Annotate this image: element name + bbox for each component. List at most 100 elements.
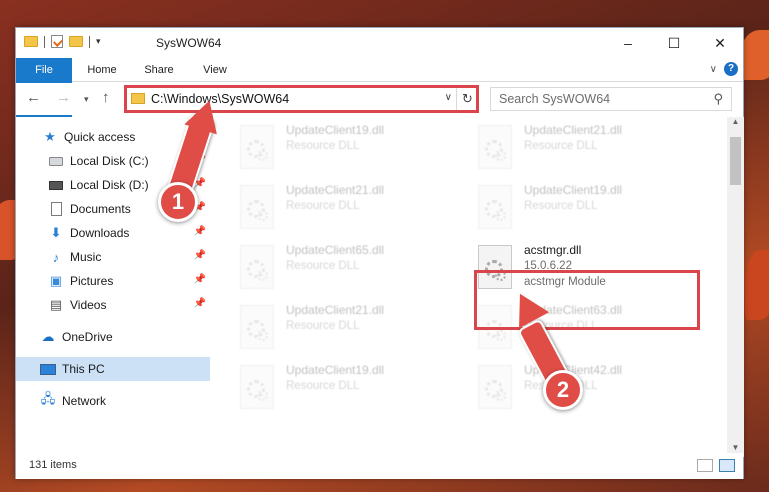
address-row: ← → ▾ ↑ C:\Windows\SysWOW64 ∨ ↻ Search S… [16,83,743,115]
file-name: UpdateClient19.dll [524,183,623,197]
window-title: SysWOW64 [156,36,222,50]
star-icon: ★ [44,129,56,144]
file-description: Resource DLL [286,140,360,152]
pin-icon: 📌 [193,226,206,237]
tab-view[interactable]: View [192,58,238,82]
file-name: UpdateClient21.dll [524,123,623,137]
onedrive-icon: ☁ [41,329,55,344]
details-view-icon[interactable] [697,459,713,472]
file-item[interactable]: UpdateClient19.dll Resource DLL [240,363,460,423]
file-description: Resource DLL [286,320,360,332]
pin-icon: 📌 [193,274,206,285]
vertical-scrollbar[interactable]: ▲ ▼ [727,117,744,457]
file-name: UpdateClient65.dll [286,243,385,257]
customize-toolbar-chevron-icon[interactable]: ▾ [96,36,101,47]
sidebar-item-videos[interactable]: ▤ Videos 📌 [16,293,210,317]
file-name: UpdateClient21.dll [286,183,385,197]
sidebar-item-label: Local Disk (C:) [70,154,149,168]
file-description: Resource DLL [286,380,360,392]
drive-icon [48,177,64,193]
search-icon[interactable]: ⚲ [713,91,723,107]
file-item[interactable]: UpdateClient21.dll Resource DLL [240,183,460,243]
sidebar-item-label: Downloads [70,226,130,240]
dll-file-icon [478,365,512,409]
pictures-icon: ▣ [49,273,63,288]
tiles-view-icon[interactable] [719,459,735,472]
file-item[interactable]: UpdateClient21.dll Resource DLL [478,123,698,183]
sidebar-item-label: Documents [70,202,131,216]
file-item[interactable]: UpdateClient19.dll Resource DLL [240,123,460,183]
toolbar-divider [44,35,45,48]
sidebar-item-music[interactable]: ♪ Music 📌 [16,245,210,269]
sidebar-item-onedrive[interactable]: ☁ OneDrive [16,325,210,349]
videos-icon: ▤ [49,297,63,312]
sidebar-item-label: This PC [62,362,105,376]
tab-share[interactable]: Share [134,58,184,82]
window-controls: – ☐ ✕ [605,28,743,58]
annotation-step-2-badge: 2 [543,370,583,410]
music-icon: ♪ [52,249,60,265]
maximize-button[interactable]: ☐ [651,28,697,58]
scroll-up-arrow-icon[interactable]: ▲ [727,117,744,131]
up-arrow-icon[interactable]: ↑ [102,89,110,106]
sidebar-item-network[interactable]: 🖧 Network [16,389,210,413]
quick-access-toolbar: ▾ [24,35,101,48]
ribbon-tabs: File Home Share View ∨ ? [16,58,743,118]
annotation-step-1-badge: 1 [158,182,198,222]
file-name: UpdateClient21.dll [286,303,385,317]
sidebar-item-label: Network [62,394,107,408]
sidebar-item-downloads[interactable]: ⬇ Downloads 📌 [16,221,210,245]
explorer-window: ▾ SysWOW64 – ☐ ✕ File Home Share View ∨ … [15,27,744,479]
sidebar-item-label: Videos [70,298,107,312]
file-item[interactable]: UpdateClient21.dll Resource DLL [240,303,460,363]
network-icon: 🖧 [40,391,56,406]
search-input[interactable]: Search SysWOW64 ⚲ [490,87,732,111]
sidebar-item-label: Local Disk (D:) [70,178,149,192]
file-description: Resource DLL [524,200,598,212]
file-name: acstmgr.dll [524,243,582,257]
dll-file-icon [240,125,274,169]
pin-icon: 📌 [193,250,206,261]
file-description: Resource DLL [524,140,598,152]
tab-home[interactable]: Home [76,58,128,82]
minimize-button[interactable]: – [605,28,651,58]
this-pc-icon [40,361,56,377]
file-description: Resource DLL [286,200,360,212]
folder-icon[interactable] [24,36,38,47]
title-bar: ▾ SysWOW64 – ☐ ✕ [16,28,743,58]
sidebar-item-label: Music [70,250,102,264]
back-arrow-icon[interactable]: ← [26,89,41,106]
dll-file-icon [240,365,274,409]
file-item[interactable]: UpdateClient65.dll Resource DLL [240,243,460,303]
new-folder-icon[interactable] [69,36,83,47]
background-leaf [745,250,769,320]
dll-file-icon [240,245,274,289]
recent-locations-chevron-icon[interactable]: ▾ [84,94,89,105]
documents-icon [48,201,64,217]
file-name: UpdateClient19.dll [286,123,385,137]
dll-file-icon [478,125,512,169]
help-icon[interactable]: ? [724,62,738,76]
sidebar-item-label: Quick access [64,130,136,144]
file-item[interactable]: UpdateClient42.dllResource DLL [478,363,698,423]
sidebar-item-pictures[interactable]: ▣ Pictures 📌 [16,269,210,293]
address-bar-highlight-box [124,85,479,113]
close-button[interactable]: ✕ [697,28,743,58]
dll-file-icon [240,185,274,229]
forward-arrow-icon[interactable]: → [56,89,71,106]
dll-file-icon [478,185,512,229]
file-name: UpdateClient19.dll [286,363,385,377]
sidebar-item-label: Pictures [70,274,114,288]
file-description: Resource DLL [286,260,360,272]
item-count: 131 items [29,459,77,471]
dll-file-icon [240,305,274,349]
background-leaf [740,30,769,80]
expand-ribbon-chevron-icon[interactable]: ∨ [710,64,717,75]
drive-icon [48,153,64,169]
file-item[interactable]: UpdateClient19.dll Resource DLL [478,183,698,243]
sidebar-item-this-pc[interactable]: This PC [16,357,210,381]
properties-icon[interactable] [51,35,63,48]
sidebar-item-label: OneDrive [62,330,113,344]
scrollbar-thumb[interactable] [730,137,741,185]
pin-icon: 📌 [193,298,206,309]
